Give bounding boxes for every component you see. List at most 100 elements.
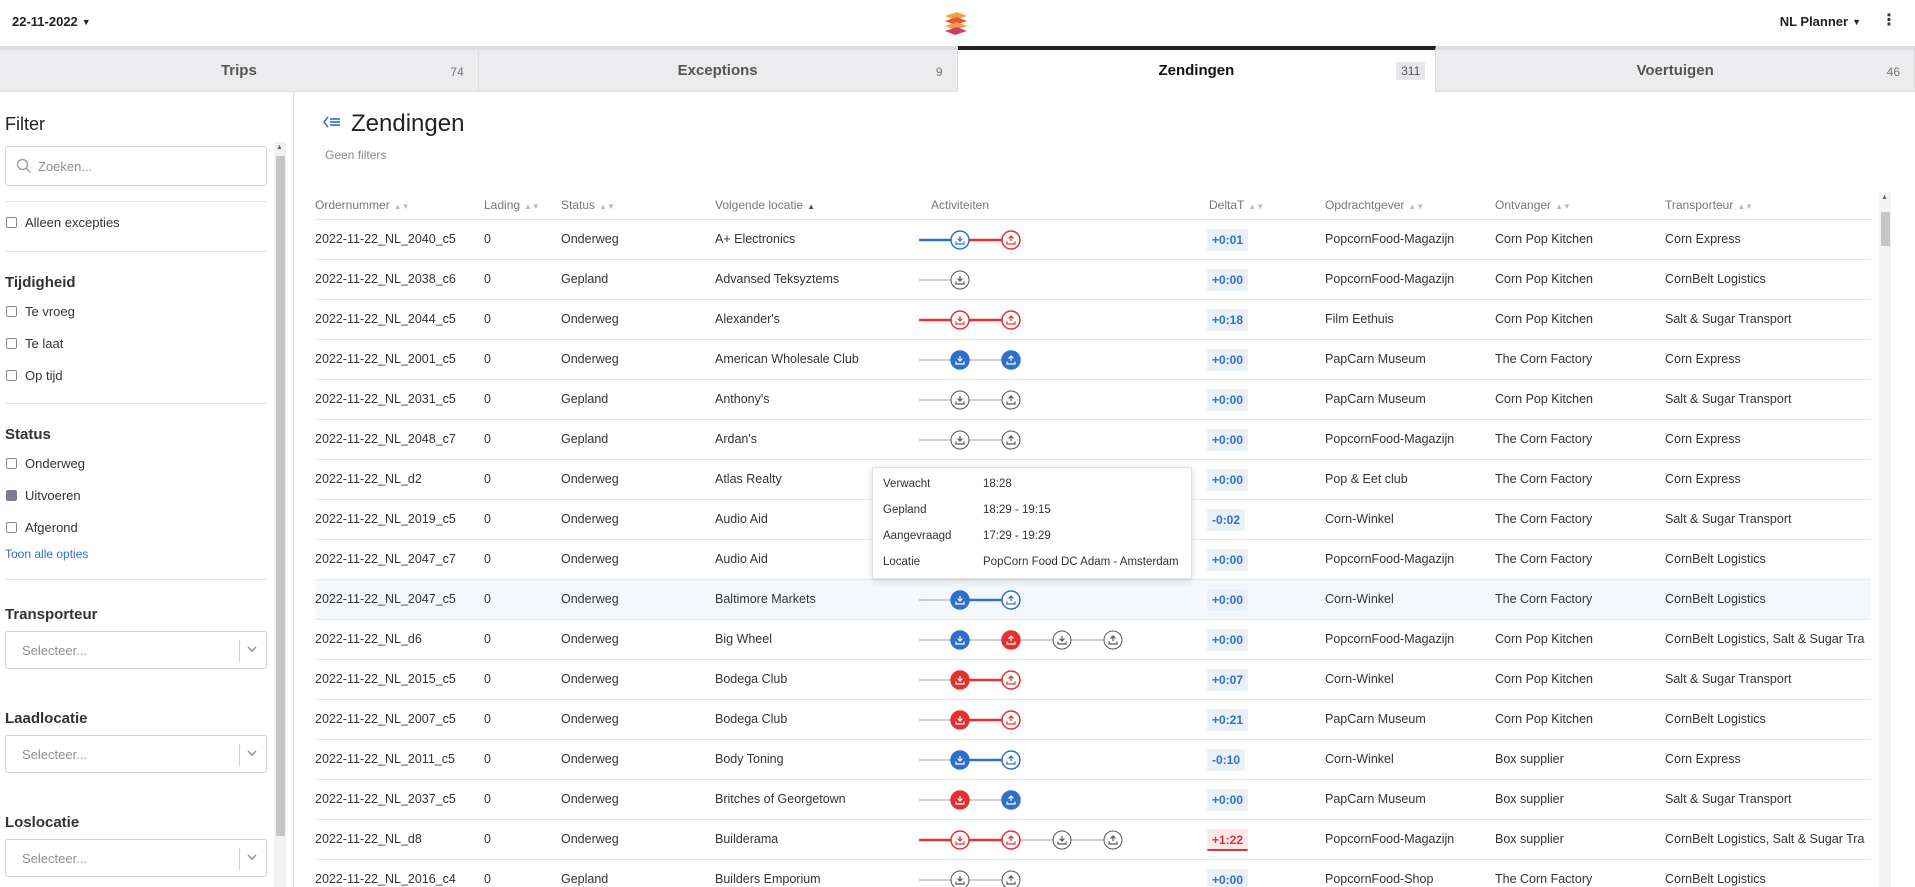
table-row[interactable]: 2022-11-22_NL_2038_c6 0 Gepland Advansed Te…	[315, 260, 1871, 300]
checkbox[interactable]	[6, 216, 17, 228]
tab-exceptions[interactable]: Exceptions 9	[478, 46, 958, 92]
tab-trips[interactable]: Trips 74	[0, 46, 479, 92]
download-icon[interactable]	[950, 750, 970, 770]
filter-status-afgerond[interactable]: Afgerond	[6, 518, 78, 536]
download-icon[interactable]	[950, 670, 970, 690]
unload-location-select[interactable]: Selecteer...	[5, 839, 267, 877]
search-input[interactable]: Zoeken...	[5, 146, 267, 186]
scrollbar-thumb[interactable]	[1881, 212, 1890, 246]
table-row[interactable]: 2022-11-22_NL_2011_c5 0 Onderweg Body Tonin…	[315, 740, 1871, 780]
column-header-client[interactable]: Opdrachtgever ▲▼	[1325, 198, 1424, 212]
activities-timeline[interactable]	[919, 864, 1139, 887]
download-icon[interactable]	[950, 350, 970, 370]
upload-icon[interactable]	[1103, 830, 1123, 850]
table-row[interactable]: 2022-11-22_NL_2044_c5 0 Onderweg Alexander'…	[315, 300, 1871, 340]
upload-icon[interactable]	[1001, 430, 1021, 450]
table-row[interactable]: 2022-11-22_NL_2048_c7 0 Gepland Ardan's Popc…	[315, 420, 1871, 460]
upload-icon[interactable]	[1001, 870, 1021, 887]
scroll-up-icon[interactable]: ▲	[276, 144, 283, 151]
only-exceptions-checkbox[interactable]: Alleen excepties	[6, 213, 120, 231]
checkbox[interactable]	[6, 305, 17, 317]
upload-icon[interactable]	[1001, 350, 1021, 370]
activities-timeline[interactable]	[919, 624, 1139, 656]
activities-timeline[interactable]	[919, 704, 1139, 736]
table-row[interactable]: 2022-11-22_NL_d6 0 Onderweg Big Wheel Popcor…	[315, 620, 1871, 660]
activities-timeline[interactable]	[919, 384, 1139, 416]
upload-icon[interactable]	[1001, 630, 1021, 650]
upload-icon[interactable]	[1001, 670, 1021, 690]
date-selector[interactable]: 22-11-2022 ▼	[12, 14, 91, 29]
tab-zendingen[interactable]: Zendingen 311	[957, 46, 1437, 92]
download-icon[interactable]	[950, 830, 970, 850]
activities-timeline[interactable]	[919, 784, 1139, 816]
download-icon[interactable]	[950, 630, 970, 650]
filter-status-uitvoeren[interactable]: Uitvoeren	[6, 486, 81, 504]
activities-timeline[interactable]	[919, 584, 1139, 616]
scroll-up-icon[interactable]: ▲	[1881, 194, 1888, 201]
upload-icon[interactable]	[1001, 710, 1021, 730]
download-icon[interactable]	[950, 270, 970, 290]
column-header-load[interactable]: Lading ▲▼	[484, 198, 540, 212]
checkbox[interactable]	[6, 337, 17, 349]
upload-icon[interactable]	[1001, 390, 1021, 410]
filter-too-late[interactable]: Te laat	[6, 334, 63, 352]
download-icon[interactable]	[950, 870, 970, 887]
carrier-select[interactable]: Selecteer...	[5, 631, 267, 669]
activities-timeline[interactable]	[919, 264, 1139, 296]
table-row[interactable]: 2022-11-22_NL_2037_c5 0 Onderweg Britches o…	[315, 780, 1871, 820]
column-header-deltat[interactable]: DeltaT ▲▼	[1209, 198, 1264, 212]
upload-icon[interactable]	[1001, 590, 1021, 610]
activities-timeline[interactable]	[919, 664, 1139, 696]
upload-icon[interactable]	[1001, 230, 1021, 250]
download-icon[interactable]	[950, 230, 970, 250]
column-header-status[interactable]: Status ▲▼	[561, 198, 615, 212]
show-all-options-link[interactable]: Toon alle opties	[5, 547, 88, 561]
download-icon[interactable]	[950, 710, 970, 730]
filter-on-time[interactable]: Op tijd	[6, 366, 63, 384]
download-icon[interactable]	[950, 430, 970, 450]
upload-icon[interactable]	[1001, 790, 1021, 810]
table-row[interactable]: 2022-11-22_NL_2031_c5 0 Gepland Anthony's Pa…	[315, 380, 1871, 420]
download-icon[interactable]	[1052, 630, 1072, 650]
activities-timeline[interactable]	[919, 424, 1139, 456]
table-row[interactable]: 2022-11-22_NL_2016_c4 0 Gepland Builders Em…	[315, 860, 1871, 887]
column-header-order[interactable]: Ordernummer ▲▼	[315, 198, 410, 212]
scrollbar-thumb[interactable]	[276, 156, 285, 836]
table-row[interactable]: 2022-11-22_NL_2001_c5 0 Onderweg American W…	[315, 340, 1871, 380]
column-header-receiver[interactable]: Ontvanger ▲▼	[1495, 198, 1571, 212]
download-icon[interactable]	[950, 310, 970, 330]
checkbox[interactable]	[6, 457, 17, 469]
activities-timeline[interactable]	[919, 744, 1139, 776]
upload-icon[interactable]	[1001, 750, 1021, 770]
checkbox[interactable]	[6, 369, 17, 381]
download-icon[interactable]	[950, 790, 970, 810]
table-scrollbar[interactable]: ▲	[1879, 192, 1891, 887]
activities-timeline[interactable]	[919, 344, 1139, 376]
activities-timeline[interactable]	[919, 224, 1139, 256]
filter-status-onderweg[interactable]: Onderweg	[6, 454, 85, 472]
table-row[interactable]: 2022-11-22_NL_2040_c5 0 Onderweg A+ Electro…	[315, 220, 1871, 260]
table-row[interactable]: 2022-11-22_NL_2015_c5 0 Onderweg Bodega Clu…	[315, 660, 1871, 700]
checkbox[interactable]	[6, 521, 17, 533]
upload-icon[interactable]	[1001, 310, 1021, 330]
checkbox[interactable]	[6, 489, 17, 501]
upload-icon[interactable]	[1001, 830, 1021, 850]
more-vertical-icon[interactable]: ⋮	[1881, 13, 1897, 29]
activities-timeline[interactable]	[919, 304, 1139, 336]
column-header-carrier[interactable]: Transporteur ▲▼	[1665, 198, 1753, 212]
download-icon[interactable]	[950, 590, 970, 610]
upload-icon[interactable]	[1103, 630, 1123, 650]
activities-timeline[interactable]	[919, 824, 1139, 856]
table-row[interactable]: 2022-11-22_NL_2007_c5 0 Onderweg Bodega Clu…	[315, 700, 1871, 740]
sidebar-scrollbar[interactable]: ▲	[274, 142, 286, 887]
user-selector[interactable]: NL Planner ▼	[1780, 14, 1861, 29]
tab-voertuigen[interactable]: Voertuigen 46	[1436, 46, 1915, 92]
filter-too-early[interactable]: Te vroeg	[6, 302, 75, 320]
download-icon[interactable]	[950, 390, 970, 410]
table-row[interactable]: 2022-11-22_NL_d8 0 Onderweg Builderama Popco…	[315, 820, 1871, 860]
download-icon[interactable]	[1052, 830, 1072, 850]
column-header-next-location[interactable]: Volgende locatie ▲	[715, 198, 815, 212]
collapse-left-icon[interactable]	[323, 116, 341, 128]
table-row[interactable]: 2022-11-22_NL_2047_c5 0 Onderweg Baltimore …	[315, 580, 1871, 620]
load-location-select[interactable]: Selecteer...	[5, 735, 267, 773]
